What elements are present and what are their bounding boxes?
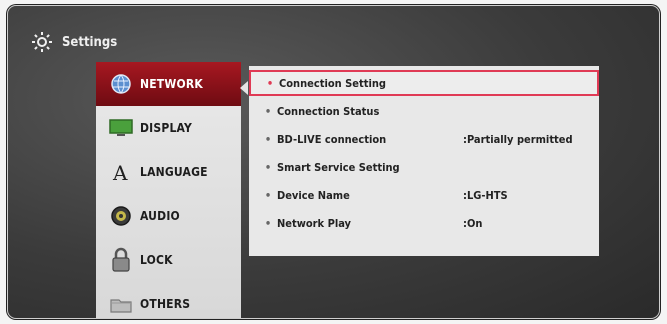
sidebar-item-label: AUDIO [140,209,180,223]
option-label: Connection Setting [279,76,386,90]
sidebar-item-display[interactable]: DISPLAY [96,106,241,150]
selection-pointer [240,81,248,95]
sidebar-item-lock[interactable]: LOCK [96,238,241,282]
sidebar-item-label: LOCK [140,253,173,267]
sidebar-item-language[interactable]: A LANGUAGE [96,150,241,194]
bullet: • [264,188,272,202]
option-label: Smart Service Setting [277,160,400,174]
sidebar-item-others[interactable]: OTHERS [96,282,241,318]
option-label: BD-LIVE connection [277,132,387,146]
settings-sidebar: NETWORK DISPLAY A LANGUAGE AUDIO LOCK OT… [96,62,241,318]
network-options-panel: • Connection Setting • Connection Status… [249,66,599,256]
option-bd-live-connection[interactable]: • BD-LIVE connection :Partially permitte… [249,126,599,152]
bullet: • [264,160,272,174]
bullet: • [266,76,274,90]
option-label: Device Name [277,188,350,202]
sidebar-item-label: LANGUAGE [140,165,208,179]
option-connection-setting[interactable]: • Connection Setting [249,70,599,96]
option-device-name[interactable]: • Device Name :LG-HTS [249,182,599,208]
option-value: :LG-HTS [463,188,508,202]
title-bar: Settings [30,30,117,54]
option-label: Connection Status [277,104,380,118]
page-title: Settings [62,34,118,50]
option-value: :On [463,216,483,230]
speaker-icon [106,204,136,228]
globe-icon [106,73,136,95]
monitor-icon [106,118,136,138]
option-network-play[interactable]: • Network Play :On [249,210,599,236]
svg-text:A: A [112,161,128,183]
option-value: :Partially permitted [463,132,573,146]
folder-icon [106,294,136,314]
bullet: • [264,104,272,118]
padlock-icon [106,247,136,273]
bullet: • [264,216,272,230]
option-smart-service-setting[interactable]: • Smart Service Setting [249,154,599,180]
settings-screen: Settings NETWORK DISPLAY A LANGUAGE AUDI… [8,6,659,318]
option-connection-status[interactable]: • Connection Status [249,98,599,124]
sidebar-item-audio[interactable]: AUDIO [96,194,241,238]
sidebar-item-label: OTHERS [140,297,191,311]
bullet: • [264,132,272,146]
sidebar-item-network[interactable]: NETWORK [96,62,241,106]
letter-a-icon: A [106,161,136,183]
sidebar-item-label: DISPLAY [140,121,192,135]
option-label: Network Play [277,216,352,230]
gear-icon [30,30,54,54]
sidebar-item-label: NETWORK [140,77,203,91]
